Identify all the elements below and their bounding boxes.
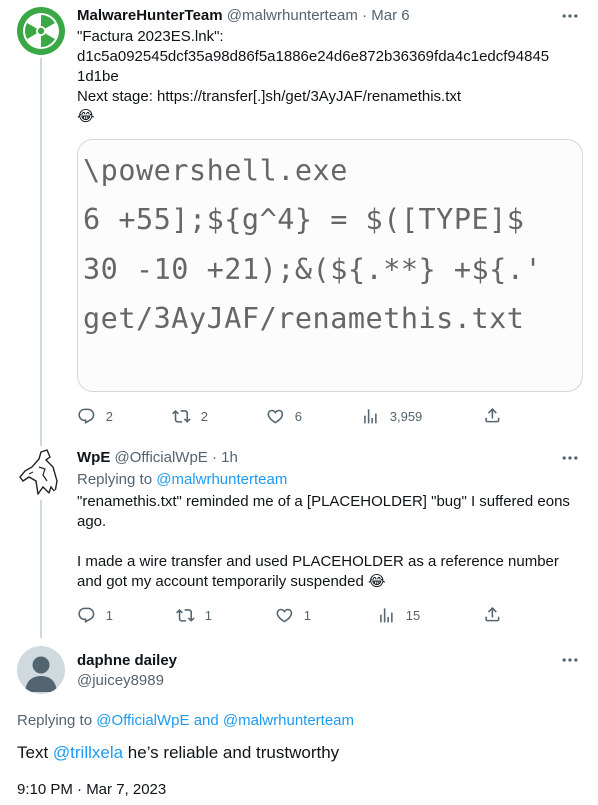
reply-button[interactable]: 2 <box>77 406 113 426</box>
view-count: 15 <box>405 607 421 623</box>
code-line: get/3AyJAF/renamethis.txt <box>83 302 525 335</box>
replying-handle-link[interactable]: @malwrhunterteam <box>223 712 354 729</box>
more-options-icon[interactable] <box>560 448 580 468</box>
thread-line-2 <box>40 500 42 638</box>
action-bar: 1 1 1 15 <box>77 605 507 625</box>
text-line: I made a wire transfer and used PLACEHOL… <box>77 553 559 570</box>
author-name[interactable]: WpE <box>77 449 110 466</box>
heart-icon <box>267 409 284 424</box>
text-line: and got my account temporarily suspended <box>77 573 364 590</box>
reply-button[interactable]: 1 <box>77 605 113 625</box>
more-options-icon[interactable] <box>560 6 580 26</box>
text-line: Next stage: https://transfer[.]sh/get/3A… <box>77 88 462 105</box>
replying-label: Replying to <box>77 471 157 488</box>
tweet-header: WpE @OfficialWpE · 1h <box>77 448 238 468</box>
like-button[interactable]: 1 <box>275 605 311 625</box>
analytics-icon <box>364 408 377 424</box>
code-line: 6 +55];${g^4} = $([TYPE]$ <box>83 203 525 236</box>
separator: · <box>362 7 368 24</box>
tweet-text: "Factura 2023ES.lnk": d1c5a092545dcf35a9… <box>77 27 587 127</box>
code-line: 30 -10 +21);&(${.**} +${.' <box>83 253 543 286</box>
share-button[interactable] <box>483 605 502 627</box>
retweet-icon <box>176 608 195 622</box>
tweet-time[interactable]: 1h <box>221 449 238 466</box>
retweet-count: 2 <box>200 408 208 424</box>
retweet-button[interactable]: 2 <box>172 406 208 426</box>
tweet-text: "renamethis.txt" reminded me of a [PLACE… <box>77 492 587 592</box>
text-line: ago. <box>77 513 107 530</box>
author-handle[interactable]: @OfficialWpE <box>115 449 208 466</box>
media-image[interactable]: \powershell.exe 6 +55];${g^4} = $([TYPE]… <box>77 139 583 392</box>
avatar[interactable] <box>17 7 65 55</box>
author-name[interactable]: daphne dailey <box>77 652 177 669</box>
author-handle[interactable]: @malwrhunterteam <box>227 7 358 24</box>
heart-icon <box>276 608 293 623</box>
analytics-icon <box>380 607 393 623</box>
replying-handle-link[interactable]: @malwrhunterteam <box>156 471 287 488</box>
tweet-timestamp[interactable]: 9:10 PM · Mar 7, 2023 <box>17 780 166 800</box>
views-button[interactable]: 15 <box>377 605 420 625</box>
text-line: d1c5a092545dcf35a98d86f5a1886e24d6e872b3… <box>77 48 550 65</box>
share-icon <box>485 408 500 423</box>
tweet-header: MalwareHunterTeam @malwrhunterteam · Mar… <box>77 6 410 26</box>
views-button[interactable]: 3,959 <box>361 406 422 426</box>
action-bar: 2 2 6 3,959 <box>77 406 507 426</box>
avatar[interactable] <box>17 646 65 694</box>
emoji: 😂 <box>77 108 95 125</box>
view-count: 3,959 <box>389 408 423 424</box>
text-line: 1d1be <box>77 68 119 85</box>
tweet-text: Text @trillxela he’s reliable and trustw… <box>17 741 339 765</box>
retweet-button[interactable]: 1 <box>176 605 212 625</box>
text-line: "Factura 2023ES.lnk": <box>77 28 224 45</box>
retweet-count: 1 <box>204 607 212 623</box>
text-suffix: he’s reliable and trustworthy <box>123 743 340 762</box>
code-line: \powershell.exe <box>83 154 348 187</box>
replying-to: Replying to @malwrhunterteam <box>77 470 287 490</box>
author-handle[interactable]: @juicey8989 <box>77 672 164 689</box>
reply-icon <box>78 607 95 623</box>
replying-to: Replying to @OfficialWpE and @malwrhunte… <box>17 711 354 731</box>
retweet-icon <box>172 409 191 423</box>
text-line: "renamethis.txt" reminded me of a [PLACE… <box>77 493 570 510</box>
separator: · <box>211 449 217 466</box>
thread-line-1 <box>40 58 42 446</box>
share-icon <box>485 607 500 622</box>
tweet-date[interactable]: Mar 6 <box>371 7 409 24</box>
emoji: 😂 <box>368 573 386 590</box>
default-profile-icon <box>25 656 57 692</box>
replying-handle-link[interactable]: @OfficialWpE <box>96 712 189 729</box>
like-button[interactable]: 6 <box>266 406 302 426</box>
wolf-sketch-icon <box>19 449 58 495</box>
reply-count: 1 <box>105 607 113 623</box>
radiation-icon <box>23 13 59 49</box>
reply-icon <box>78 408 95 424</box>
mention-link[interactable]: @trillxela <box>53 743 123 762</box>
replying-label: Replying to <box>17 712 97 729</box>
more-options-icon[interactable] <box>560 650 580 670</box>
author-name[interactable]: MalwareHunterTeam <box>77 7 223 24</box>
text-prefix: Text <box>17 743 53 762</box>
reply-count: 2 <box>105 408 113 424</box>
share-button[interactable] <box>483 406 502 428</box>
author-handle-row: @juicey8989 <box>77 671 164 691</box>
like-count: 1 <box>303 607 311 623</box>
avatar[interactable] <box>17 447 65 495</box>
replying-and: and <box>189 712 223 729</box>
like-count: 6 <box>294 408 302 424</box>
author-name-row: daphne dailey <box>77 651 177 671</box>
